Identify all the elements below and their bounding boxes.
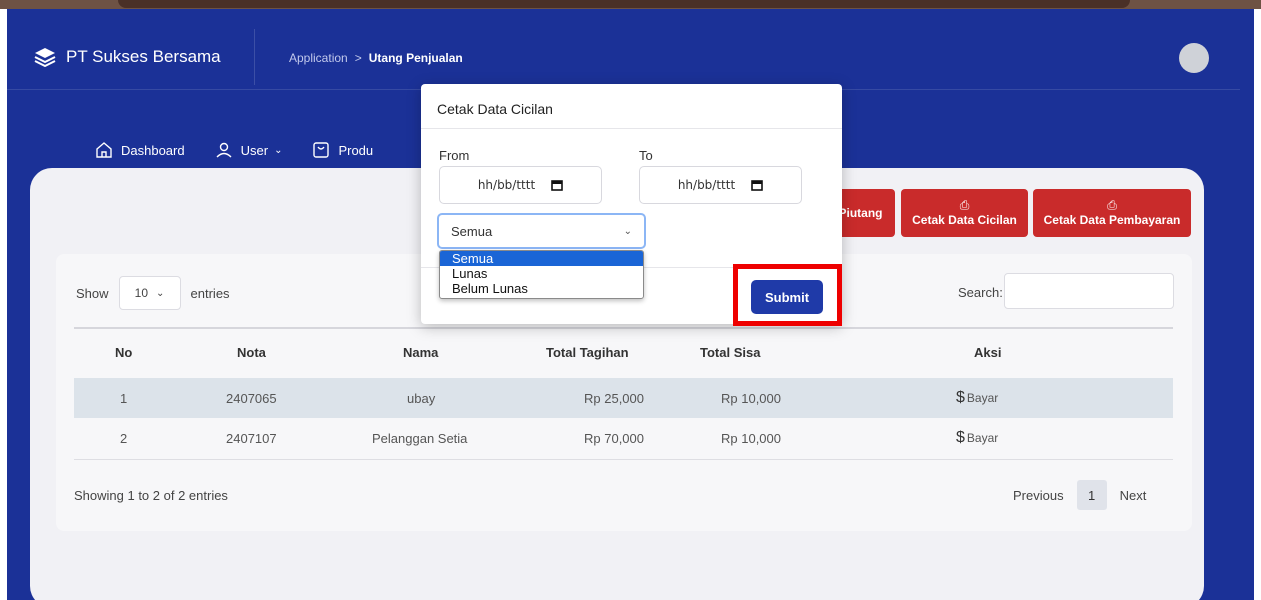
top-bar: PT Sukses Bersama Application > Utang Pe…: [7, 9, 1254, 87]
submit-highlight-box: [733, 264, 842, 326]
breadcrumb-separator: >: [354, 51, 362, 65]
status-option-semua[interactable]: Semua: [440, 251, 643, 266]
status-dropdown-list: Semua Lunas Belum Lunas: [439, 250, 644, 299]
page-length-value: 10: [134, 286, 149, 300]
to-date-input[interactable]: hh/bb/tttt: [639, 166, 802, 204]
modal-title: Cetak Data Cicilan: [437, 101, 553, 117]
dollar-icon: $: [956, 429, 965, 446]
home-icon: [96, 142, 112, 158]
search-input[interactable]: [1004, 273, 1174, 309]
calendar-icon[interactable]: [751, 179, 763, 191]
entries-label: entries: [190, 285, 230, 301]
chevron-down-icon: ⌄: [274, 144, 283, 156]
from-label: From: [439, 148, 470, 163]
piutang-label: Piutang: [838, 206, 883, 220]
cetak-data-cicilan-label: Cetak Data Cicilan: [912, 213, 1017, 227]
status-select-value: Semua: [451, 223, 493, 239]
column-header-total-tagihan[interactable]: Total Tagihan: [546, 345, 629, 360]
cell-nota: 2407065: [226, 391, 277, 406]
to-date-value: hh/bb/tttt: [677, 178, 736, 192]
table-info: Showing 1 to 2 of 2 entries: [74, 488, 228, 503]
cell-nama: Pelanggan Setia: [372, 431, 468, 446]
cell-nota: 2407107: [226, 431, 277, 446]
cell-total-sisa: Rp 10,000: [721, 431, 781, 446]
modal-header-divider: [421, 128, 842, 129]
topbar-divider: [254, 29, 255, 85]
page-1-button[interactable]: 1: [1076, 480, 1107, 510]
page-length-control: Show 10 ⌄ entries: [76, 276, 230, 310]
column-header-nama[interactable]: Nama: [403, 345, 438, 360]
search-label: Search:: [958, 285, 1003, 300]
breadcrumb-current: Utang Penjualan: [368, 51, 463, 65]
cell-total-tagihan: Rp 70,000: [584, 431, 644, 446]
breadcrumb-parent[interactable]: Application: [289, 51, 348, 65]
previous-button[interactable]: Previous: [1013, 488, 1064, 503]
column-header-aksi[interactable]: Aksi: [974, 345, 1001, 360]
brand-name: PT Sukses Bersama: [66, 47, 221, 66]
table-bottom-divider: [74, 459, 1173, 460]
breadcrumb: Application > Utang Penjualan: [289, 51, 463, 65]
bayar-button[interactable]: $ Bayar: [956, 389, 998, 407]
box-icon: [313, 142, 330, 158]
status-option-belum-lunas[interactable]: Belum Lunas: [440, 281, 643, 296]
cetak-data-pembayaran-button[interactable]: ⎙ Cetak Data Pembayaran: [1033, 189, 1191, 237]
printer-icon: ⎙: [1107, 198, 1117, 212]
from-date-value: hh/bb/tttt: [477, 178, 536, 192]
bayar-button[interactable]: $ Bayar: [956, 429, 998, 447]
nav-label-user: User: [240, 142, 269, 158]
layers-icon: [34, 48, 56, 67]
to-label: To: [639, 148, 653, 163]
cell-total-tagihan: Rp 25,000: [584, 391, 644, 406]
address-bar[interactable]: [118, 0, 1130, 8]
chevron-down-icon: ⌄: [156, 287, 165, 299]
cetak-data-cicilan-button[interactable]: ⎙ Cetak Data Cicilan: [901, 189, 1028, 237]
column-header-nota[interactable]: Nota: [237, 345, 266, 360]
page-length-select[interactable]: 10 ⌄: [118, 276, 181, 310]
main-nav: Dashboard User ⌄ Produ: [95, 141, 403, 159]
status-select[interactable]: Semua ⌄: [437, 213, 646, 249]
from-date-input[interactable]: hh/bb/tttt: [439, 166, 602, 204]
user-icon: [216, 142, 232, 158]
cetak-data-pembayaran-label: Cetak Data Pembayaran: [1043, 213, 1181, 227]
nav-label-produk: Produ: [338, 142, 374, 158]
column-header-total-sisa[interactable]: Total Sisa: [700, 345, 760, 360]
status-option-lunas[interactable]: Lunas: [440, 266, 643, 281]
bayar-label: Bayar: [966, 431, 999, 445]
show-label: Show: [76, 285, 109, 301]
table-header-divider: [74, 327, 1173, 329]
printer-icon: ⎙: [959, 198, 970, 212]
cell-total-sisa: Rp 10,000: [721, 391, 781, 406]
cell-no: 1: [120, 391, 128, 406]
bayar-label: Bayar: [966, 391, 999, 405]
nav-item-user[interactable]: User ⌄: [215, 141, 283, 159]
nav-item-dashboard[interactable]: Dashboard: [95, 141, 185, 159]
column-header-no[interactable]: No: [115, 345, 132, 360]
brand[interactable]: PT Sukses Bersama: [34, 47, 221, 67]
nav-item-produk[interactable]: Produ: [312, 141, 373, 159]
chevron-down-icon: ⌄: [623, 225, 632, 237]
avatar[interactable]: [1179, 43, 1209, 73]
pagination: Previous 1 Next: [1013, 480, 1146, 510]
browser-toolbar-strip: [0, 0, 1261, 9]
cell-nama: ubay: [407, 391, 436, 406]
calendar-icon[interactable]: [551, 179, 563, 191]
dollar-icon: $: [956, 389, 965, 406]
next-button[interactable]: Next: [1120, 488, 1147, 503]
cell-no: 2: [120, 431, 128, 446]
nav-label-dashboard: Dashboard: [121, 142, 185, 158]
